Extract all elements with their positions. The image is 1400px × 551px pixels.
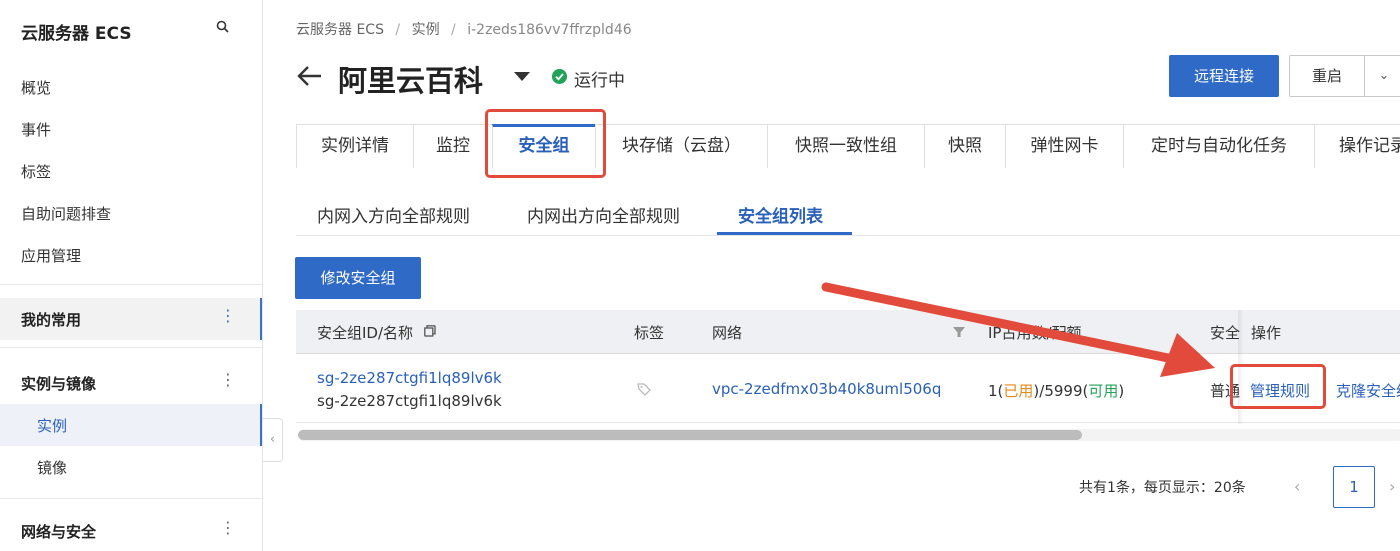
sidebar: 云服务器 ECS 概览 事件 标签 自助问题排查 应用管理 我的常用 ⋮ 实例与… <box>0 0 263 551</box>
sidebar-item-app-management[interactable]: 应用管理 <box>21 245 81 266</box>
breadcrumb: 云服务器 ECS / 实例 / i-2zeds186vv7ffrzpld46 <box>296 19 639 39</box>
sidebar-divider <box>0 498 262 499</box>
more-icon[interactable]: ⋮ <box>220 308 236 324</box>
subtab-security-group-list[interactable]: 安全组列表 <box>738 202 823 227</box>
page-number-button[interactable]: 1 <box>1333 466 1375 508</box>
sidebar-group-network-security[interactable]: 网络与安全 ⋮ <box>0 510 262 551</box>
horizontal-scrollbar-thumb[interactable] <box>298 430 1082 440</box>
sidebar-item-label: 镜像 <box>37 459 68 477</box>
instance-switch-caret-icon[interactable] <box>514 72 530 81</box>
sidebar-collapse-button[interactable]: ‹ <box>263 418 283 462</box>
security-subtabs: 内网入方向全部规则 内网出方向全部规则 安全组列表 <box>296 196 1400 236</box>
ip-quota-value: 1(已用)/5999(可用) <box>988 380 1124 401</box>
subtab-outbound-rules[interactable]: 内网出方向全部规则 <box>527 202 680 227</box>
tab-scheduled-tasks[interactable]: 定时与自动化任务 <box>1123 124 1315 168</box>
ecs-console: 云服务器 ECS 概览 事件 标签 自助问题排查 应用管理 我的常用 ⋮ 实例与… <box>0 0 1400 551</box>
search-icon[interactable] <box>215 19 231 35</box>
more-icon[interactable]: ⋮ <box>220 372 236 388</box>
breadcrumb-ecs[interactable]: 云服务器 ECS <box>296 22 384 38</box>
tab-block-storage[interactable]: 块存储（云盘） <box>595 124 768 168</box>
remote-connect-button[interactable]: 远程连接 <box>1169 55 1279 97</box>
pagination-info: 共有1条，每页显示：20条 <box>1079 480 1246 496</box>
sidebar-divider <box>0 347 262 348</box>
next-page-icon[interactable]: › <box>1389 477 1395 496</box>
chevron-down-icon[interactable]: ⌄ <box>1364 55 1400 97</box>
tab-eni[interactable]: 弹性网卡 <box>1005 124 1124 168</box>
ip-available-label: 可用 <box>1088 382 1119 400</box>
subtab-inbound-rules[interactable]: 内网入方向全部规则 <box>317 202 470 227</box>
sidebar-group-favorites[interactable]: 我的常用 ⋮ <box>0 298 262 340</box>
subtab-active-indicator <box>717 232 852 235</box>
status-badge: 运行中 <box>574 71 625 91</box>
column-header-ip-quota: IP占用数/配额 <box>988 324 1082 342</box>
annotation-highlight-box <box>1230 364 1326 409</box>
sidebar-title: 云服务器 ECS <box>21 24 132 44</box>
restart-button[interactable]: 重启 <box>1289 55 1365 97</box>
breadcrumb-separator: / <box>395 22 401 38</box>
ip-used-count: 1( <box>988 382 1004 400</box>
sidebar-item-tags[interactable]: 标签 <box>21 161 51 182</box>
sidebar-item-label: 实例 <box>37 417 68 435</box>
copy-icon[interactable] <box>424 325 436 337</box>
breadcrumb-separator: / <box>451 22 456 38</box>
sidebar-divider <box>0 284 262 285</box>
breadcrumb-instances[interactable]: 实例 <box>412 22 440 38</box>
annotation-highlight-box <box>485 109 606 178</box>
ip-quota-total: )/5999( <box>1033 382 1089 400</box>
page-title: 阿里云百科 <box>338 64 484 98</box>
ip-quota-close: ) <box>1118 382 1125 400</box>
sidebar-item-image[interactable]: 镜像 <box>0 446 262 488</box>
security-group-id-link[interactable]: sg-2ze287ctgfi1lq89lv6k <box>317 369 502 387</box>
vpc-link[interactable]: vpc-2zedfmx03b40k8uml506q <box>712 380 941 398</box>
tab-monitoring[interactable]: 监控 <box>413 124 493 168</box>
sidebar-item-events[interactable]: 事件 <box>21 119 51 140</box>
column-header-type: 安全 <box>1210 324 1241 342</box>
modify-security-group-button[interactable]: 修改安全组 <box>295 257 421 299</box>
breadcrumb-current: i-2zeds186vv7ffrzpld46 <box>467 22 632 38</box>
sidebar-group-label: 实例与镜像 <box>21 375 97 393</box>
sidebar-group-label: 网络与安全 <box>21 523 97 541</box>
ip-used-label: 已用 <box>1003 382 1034 400</box>
instance-tabs: 实例详情 监控 安全组 块存储（云盘） 快照一致性组 快照 弹性网卡 定时与自动… <box>296 124 1400 168</box>
tab-instance-details[interactable]: 实例详情 <box>296 124 414 168</box>
table-header: 安全组ID/名称 标签 网络 IP占用数/配额 安全 操作 <box>296 310 1400 354</box>
more-icon[interactable]: ⋮ <box>220 520 236 536</box>
tab-snapshots[interactable]: 快照 <box>924 124 1006 168</box>
sidebar-group-label: 我的常用 <box>21 311 82 329</box>
column-header-id-name: 安全组ID/名称 <box>317 324 414 342</box>
tag-icon[interactable] <box>636 381 652 397</box>
sidebar-item-instance[interactable]: 实例 <box>0 404 262 446</box>
column-header-tags: 标签 <box>634 324 665 342</box>
clone-security-group-link[interactable]: 克隆安全组 <box>1336 380 1400 401</box>
status-check-icon <box>552 69 567 84</box>
sidebar-item-overview[interactable]: 概览 <box>21 77 51 98</box>
tab-snapshot-consistency-groups[interactable]: 快照一致性组 <box>767 124 925 168</box>
back-arrow-icon[interactable] <box>296 62 324 90</box>
previous-page-icon[interactable]: ‹ <box>1294 477 1300 496</box>
security-group-name: sg-2ze287ctgfi1lq89lv6k <box>317 392 502 410</box>
column-header-actions: 操作 <box>1251 324 1282 342</box>
sidebar-group-instances-images[interactable]: 实例与镜像 ⋮ <box>0 362 262 404</box>
filter-icon[interactable] <box>952 325 966 339</box>
sidebar-item-troubleshoot[interactable]: 自助问题排查 <box>21 203 111 224</box>
column-header-network: 网络 <box>712 324 743 342</box>
tab-operation-records[interactable]: 操作记录 <box>1314 124 1400 168</box>
